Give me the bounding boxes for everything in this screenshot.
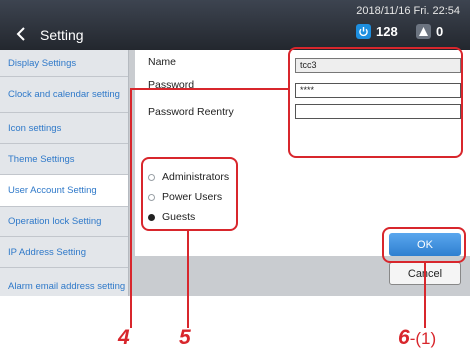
chevron-left-icon (16, 27, 25, 41)
sidebar-item-alarm-email[interactable]: Alarm email address setting (0, 268, 128, 296)
page-title: Setting (40, 27, 84, 43)
sidebar-item-ip-address[interactable]: IP Address Setting (0, 237, 128, 268)
power-icon (356, 24, 371, 39)
leader-line-5 (187, 231, 189, 328)
sidebar-item-operation-lock[interactable]: Operation lock Setting (0, 207, 128, 237)
sidebar-item-display[interactable]: Display Settings (0, 50, 128, 77)
password-reentry-label: Password Reentry (148, 106, 234, 118)
top-bar: Setting 2018/11/16 Fri. 22:54 128 0 (0, 0, 470, 50)
callout-6: 6-(1) (398, 326, 436, 350)
callout-6-number: 6 (398, 326, 410, 349)
sidebar-item-user-account[interactable]: User Account Setting (0, 175, 128, 207)
sidebar-item-icons[interactable]: Icon settings (0, 113, 128, 144)
callout-5: 5 (179, 326, 191, 349)
highlight-box-ok (382, 227, 466, 263)
callout-4: 4 (118, 326, 130, 349)
alarm-icon (416, 24, 431, 39)
leader-line-4-vertical (130, 88, 132, 328)
sidebar-item-theme[interactable]: Theme Settings (0, 144, 128, 175)
highlight-box-roles (141, 157, 238, 231)
status-count-power: 128 (376, 24, 398, 39)
callout-6-sub: -(1) (409, 329, 437, 348)
back-button[interactable] (8, 24, 34, 44)
settings-sidebar: Display Settings Clock and calendar sett… (0, 50, 129, 296)
datetime-display: 2018/11/16 Fri. 22:54 (356, 5, 460, 17)
sidebar-item-clock[interactable]: Clock and calendar setting (0, 77, 128, 113)
leader-line-6 (424, 263, 426, 328)
status-count-alarm: 0 (436, 24, 444, 39)
highlight-box-credentials (288, 47, 463, 158)
name-label: Name (148, 56, 177, 68)
leader-line-4-horizontal (130, 88, 288, 90)
